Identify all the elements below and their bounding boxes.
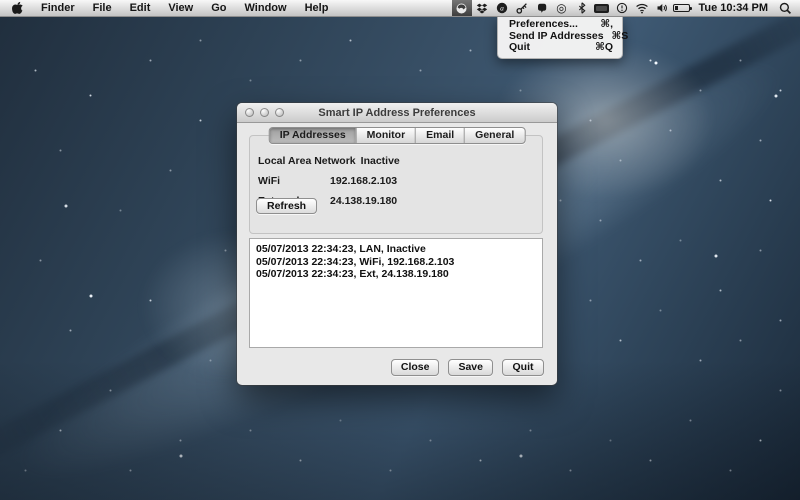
log-textarea[interactable]: 05/07/2013 22:34:23, LAN, Inactive 05/07… xyxy=(249,238,543,348)
network-row-lan: Local Area Network Inactive xyxy=(250,151,542,171)
network-value: Inactive xyxy=(361,155,400,167)
menu-item-shortcut: ⌘Q xyxy=(595,42,613,54)
svg-text:a: a xyxy=(500,4,504,13)
quit-button[interactable]: Quit xyxy=(502,359,544,376)
smart-ip-menu-extra-icon[interactable] xyxy=(452,0,472,16)
menu-item-quit[interactable]: Quit ⌘Q xyxy=(498,42,622,54)
log-line: 05/07/2013 22:34:23, WiFi, 192.168.2.103 xyxy=(256,256,536,269)
tab-email[interactable]: Email xyxy=(415,128,464,143)
volume-icon[interactable] xyxy=(652,0,672,16)
menu-item-shortcut: ⌘, xyxy=(600,19,613,31)
menu-item-finder[interactable]: Finder xyxy=(32,0,84,16)
network-value: 24.138.19.180 xyxy=(330,195,397,207)
action-button-row: Close Save Quit xyxy=(391,359,544,376)
battery-icon[interactable] xyxy=(672,0,692,16)
network-row-wifi: WiFi 192.168.2.103 xyxy=(250,171,542,191)
wifi-icon[interactable] xyxy=(632,0,652,16)
ip-addresses-group-box: Local Area Network Inactive WiFi 192.168… xyxy=(249,135,543,234)
menu-item-window[interactable]: Window xyxy=(236,0,296,16)
display-icon[interactable] xyxy=(592,0,612,16)
record-circle-icon[interactable]: ◎ xyxy=(552,0,572,16)
log-line: 05/07/2013 22:34:23, LAN, Inactive xyxy=(256,243,536,256)
menu-bar: Finder File Edit View Go Window Help xyxy=(0,0,800,17)
refresh-button[interactable]: Refresh xyxy=(256,198,317,214)
menu-bar-status-area: a ◎ xyxy=(452,0,800,16)
network-label: Local Area Network xyxy=(258,155,361,167)
bluetooth-icon[interactable] xyxy=(572,0,592,16)
tab-monitor[interactable]: Monitor xyxy=(356,128,416,143)
preferences-window: Smart IP Address Preferences IP Addresse… xyxy=(237,103,557,385)
network-label: WiFi xyxy=(258,175,330,187)
tab-ip-addresses[interactable]: IP Addresses xyxy=(270,128,356,143)
close-window-button[interactable] xyxy=(245,108,254,117)
menu-item-label: Quit xyxy=(509,42,530,54)
tab-bar: IP Addresses Monitor Email General xyxy=(269,127,526,144)
menu-item-preferences[interactable]: Preferences... ⌘, xyxy=(498,19,622,31)
minimize-window-button[interactable] xyxy=(260,108,269,117)
menu-item-label: Preferences... xyxy=(509,19,578,31)
status-menu-dropdown: Preferences... ⌘, Send IP Addresses ⌘S Q… xyxy=(497,17,623,59)
zoom-window-button[interactable] xyxy=(275,108,284,117)
key-icon[interactable] xyxy=(512,0,532,16)
menu-item-go[interactable]: Go xyxy=(202,0,235,16)
window-titlebar[interactable]: Smart IP Address Preferences xyxy=(237,103,557,123)
spotlight-icon[interactable] xyxy=(775,0,795,16)
alfred-icon[interactable]: a xyxy=(492,0,512,16)
log-line: 05/07/2013 22:34:23, Ext, 24.138.19.180 xyxy=(256,268,536,281)
menu-item-help[interactable]: Help xyxy=(296,0,338,16)
close-button[interactable]: Close xyxy=(391,359,440,376)
menu-bar-clock[interactable]: Tue 10:34 PM xyxy=(692,2,776,14)
menu-item-edit[interactable]: Edit xyxy=(121,0,160,16)
network-value: 192.168.2.103 xyxy=(330,175,397,187)
apple-menu-icon[interactable] xyxy=(9,0,32,16)
evernote-icon[interactable] xyxy=(532,0,552,16)
save-button[interactable]: Save xyxy=(448,359,493,376)
tab-general[interactable]: General xyxy=(464,128,524,143)
dropbox-icon[interactable] xyxy=(472,0,492,16)
menu-item-view[interactable]: View xyxy=(159,0,202,16)
menu-bar-left: Finder File Edit View Go Window Help xyxy=(0,0,337,16)
menu-item-file[interactable]: File xyxy=(84,0,121,16)
desktop: Finder File Edit View Go Window Help xyxy=(0,0,800,500)
window-title: Smart IP Address Preferences xyxy=(237,103,557,123)
menu-item-shortcut: ⌘S xyxy=(612,31,629,43)
alert-clock-icon[interactable] xyxy=(612,0,632,16)
